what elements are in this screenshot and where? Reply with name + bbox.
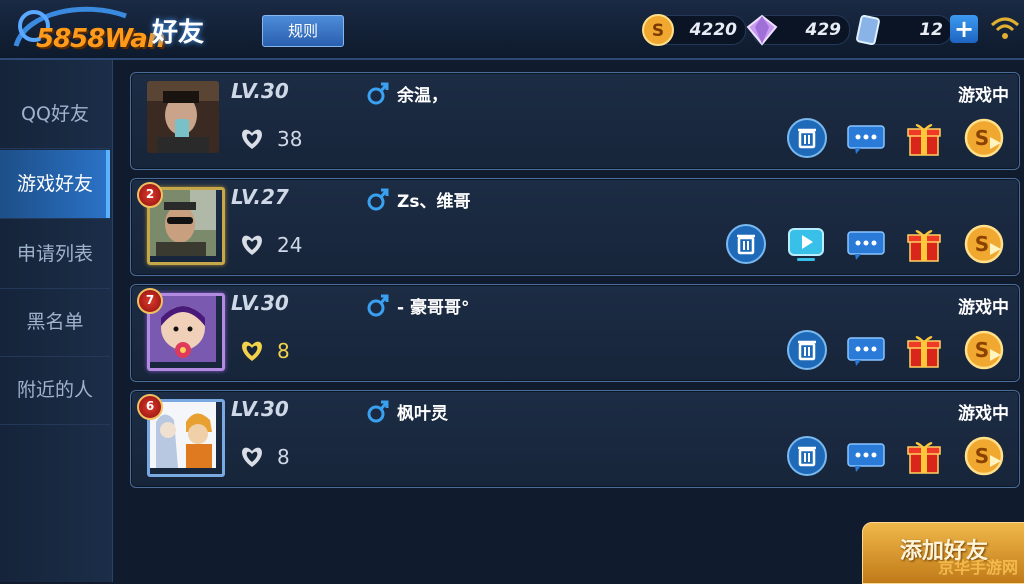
player-level: LV.30 (231, 291, 289, 315)
sidebar-item-game-friends[interactable]: 游戏好友 (0, 150, 110, 219)
send-coin-button[interactable]: S (963, 329, 1005, 371)
page-title: 好友 (152, 18, 205, 48)
like-count: 8 (277, 445, 290, 469)
delete-button[interactable] (725, 223, 767, 265)
sidebar: QQ好友 游戏好友 申请列表 黑名单 附近的人 (0, 60, 113, 582)
rank-badge: 6 (137, 394, 163, 420)
card-counter: 12 (856, 14, 952, 46)
diamond-value: 429 (805, 20, 842, 40)
logo-text: 5858Wan (36, 24, 165, 54)
coin-send-icon: S (964, 436, 1004, 476)
heart-icon[interactable] (239, 339, 265, 363)
male-gender-icon (367, 188, 389, 211)
rank-badge: 7 (137, 288, 163, 314)
trash-icon (726, 224, 766, 264)
watch-replay-button[interactable] (785, 223, 827, 265)
like-count: 38 (277, 127, 303, 151)
card-icon (856, 14, 880, 46)
send-coin-button[interactable]: S (963, 223, 1005, 265)
status-label: 游戏中 (958, 86, 1009, 106)
add-resource-button[interactable]: + (950, 15, 978, 43)
send-gift-button[interactable] (903, 223, 945, 265)
friend-card: 7 LV.30 8 - 豪哥哥° 游戏中 S (130, 284, 1020, 382)
gift-icon (907, 124, 941, 156)
like-count: 24 (277, 233, 303, 257)
top-bar: 5858Wan 好友 规则 S 4220 429 12 + (0, 0, 1024, 60)
send-coin-button[interactable]: S (963, 117, 1005, 159)
coin-value: 4220 (689, 20, 737, 40)
chat-bubble-icon (847, 125, 885, 154)
heart-icon[interactable] (239, 127, 265, 151)
send-gift-button[interactable] (903, 435, 945, 477)
coin-counter: S 4220 (642, 14, 746, 46)
chat-button[interactable] (845, 435, 887, 477)
like-count: 8 (277, 339, 290, 363)
player-name: 枫叶灵 (397, 404, 448, 424)
svg-text:S: S (652, 21, 664, 41)
play-video-icon (788, 228, 824, 261)
sidebar-item-requests[interactable]: 申请列表 (0, 220, 110, 289)
svg-text:S: S (975, 338, 989, 362)
chat-button[interactable] (845, 117, 887, 159)
wifi-icon (990, 17, 1020, 39)
rank-badge: 2 (137, 182, 163, 208)
male-gender-icon (367, 400, 389, 423)
sidebar-item-nearby[interactable]: 附近的人 (0, 356, 110, 425)
player-level: LV.27 (231, 185, 289, 209)
coin-send-icon: S (964, 118, 1004, 158)
chat-button[interactable] (845, 329, 887, 371)
watermark: 京华手游网 (937, 558, 1018, 577)
delete-button[interactable] (786, 435, 828, 477)
send-coin-button[interactable]: S (963, 435, 1005, 477)
avatar-photo-icon (147, 81, 219, 153)
trash-icon (787, 436, 827, 476)
heart-icon[interactable] (239, 233, 265, 257)
svg-text:S: S (975, 444, 989, 468)
gift-icon (907, 442, 941, 474)
chat-bubble-icon (847, 443, 885, 472)
coin-send-icon: S (964, 224, 1004, 264)
delete-button[interactable] (786, 117, 828, 159)
status-label: 游戏中 (958, 404, 1009, 424)
send-gift-button[interactable] (903, 329, 945, 371)
send-gift-button[interactable] (903, 117, 945, 159)
sidebar-item-qq-friends[interactable]: QQ好友 (0, 80, 110, 149)
friend-card: 2 LV.27 24 Zs、维哥 S (130, 178, 1020, 276)
chat-button[interactable] (845, 223, 887, 265)
diamond-counter: 429 (746, 14, 850, 46)
gift-icon (907, 336, 941, 368)
player-name: 余温， (397, 86, 448, 106)
friend-card: 6 LV.30 8 枫叶灵 游戏中 S (130, 390, 1020, 488)
sidebar-item-blacklist[interactable]: 黑名单 (0, 288, 110, 357)
player-name: Zs、维哥 (397, 192, 471, 212)
chat-bubble-icon (847, 337, 885, 366)
player-level: LV.30 (231, 79, 289, 103)
male-gender-icon (367, 82, 389, 105)
player-name: - 豪哥哥° (397, 298, 470, 318)
heart-icon[interactable] (239, 445, 265, 469)
coin-send-icon: S (964, 330, 1004, 370)
rules-button[interactable]: 规则 (262, 15, 344, 47)
friend-card: LV.30 38 余温， 游戏中 S (130, 72, 1020, 170)
svg-text:S: S (975, 126, 989, 150)
card-value: 12 (919, 20, 943, 40)
status-label: 游戏中 (958, 298, 1009, 318)
player-level: LV.30 (231, 397, 289, 421)
avatar[interactable] (147, 81, 219, 153)
chat-bubble-icon (847, 231, 885, 260)
diamond-icon (746, 14, 778, 46)
svg-text:S: S (975, 232, 989, 256)
trash-icon (787, 330, 827, 370)
site-logo: 5858Wan (6, 6, 165, 54)
coin-icon: S (642, 14, 674, 46)
gift-icon (907, 230, 941, 262)
male-gender-icon (367, 294, 389, 317)
trash-icon (787, 118, 827, 158)
delete-button[interactable] (786, 329, 828, 371)
